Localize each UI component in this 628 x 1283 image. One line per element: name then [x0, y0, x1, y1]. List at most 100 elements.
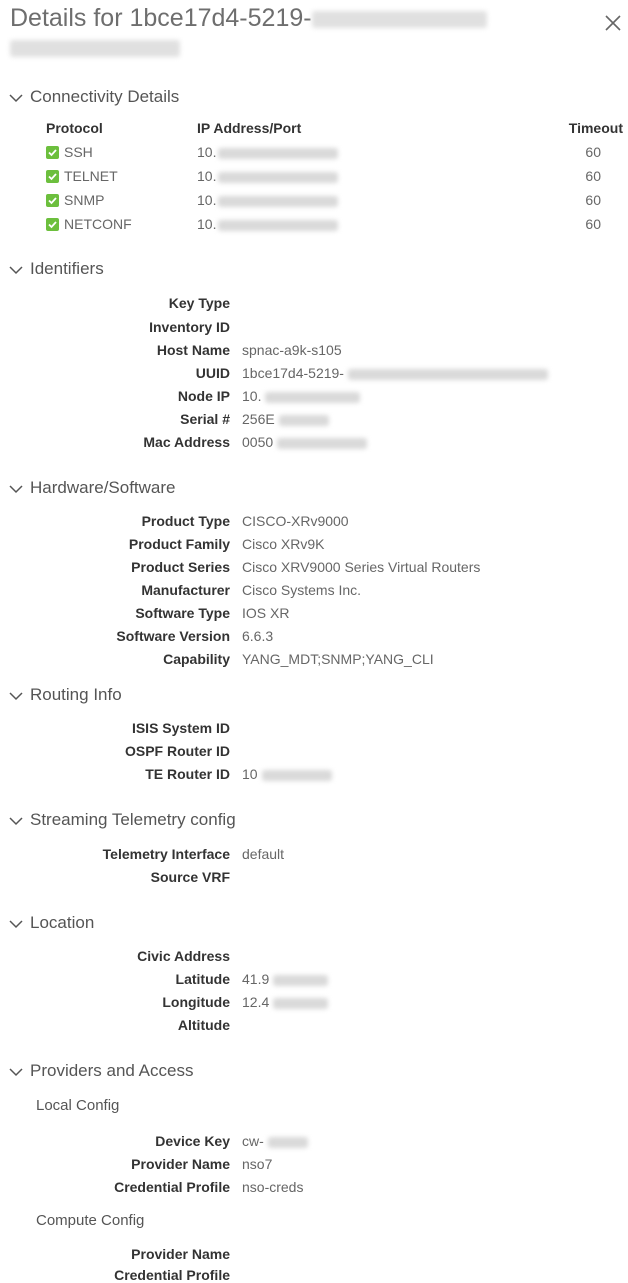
protocol-name: NETCONF [64, 216, 132, 232]
field-label: Product Series [131, 559, 230, 575]
chevron-down-icon [9, 919, 23, 928]
field-value: nso-creds [242, 1179, 304, 1195]
chevron-down-icon [9, 265, 23, 274]
chevron-down-icon [9, 1067, 23, 1076]
field-label: Product Family [128, 536, 230, 552]
field-value: 0050 [242, 434, 368, 450]
column-header-timeout: Timeout [568, 120, 623, 136]
field-value: 256E [242, 411, 329, 427]
timeout-value: 60 [585, 192, 601, 208]
column-header-protocol: Protocol [46, 120, 103, 136]
protocol-name: SNMP [64, 192, 105, 208]
section-title: Providers and Access [30, 1061, 194, 1080]
field-label: Telemetry Interface [102, 846, 230, 862]
redacted-text [273, 997, 329, 1009]
field-value: 1bce17d4-5219- [242, 365, 548, 381]
field-value: spnac-a9k-s105 [242, 342, 342, 358]
field-label: Civic Address [137, 948, 230, 964]
field-value: Cisco XRV9000 Series Virtual Routers [242, 559, 481, 575]
field-label: Mac Address [143, 434, 230, 450]
column-header-ip: IP Address/Port [197, 120, 302, 136]
section-providers-toggle[interactable]: Providers and Access [8, 1061, 193, 1081]
redacted-text [311, 10, 487, 28]
ip-address: 10. [197, 168, 339, 184]
field-label: Credential Profile [114, 1179, 230, 1195]
chevron-down-icon [9, 93, 23, 102]
field-label: Source VRF [150, 869, 230, 885]
field-label: Software Type [135, 605, 230, 621]
close-icon[interactable] [602, 12, 624, 34]
section-identifiers-toggle[interactable]: Identifiers [8, 259, 104, 279]
protocol-name: TELNET [64, 168, 118, 184]
checkbox-checked-icon[interactable] [46, 146, 59, 159]
field-value: 6.6.3 [242, 628, 274, 644]
field-label: Software Version [116, 628, 230, 644]
protocol-name: SSH [64, 144, 93, 160]
field-label: UUID [195, 365, 230, 381]
redacted-text [218, 171, 339, 183]
field-value: nso7 [242, 1156, 273, 1172]
field-value: IOS XR [242, 605, 290, 621]
section-title: Identifiers [30, 259, 104, 278]
subsection-local-config: Local Config [36, 1097, 120, 1114]
title-text: Details for 1bce17d4-5219- [10, 4, 312, 32]
chevron-down-icon [9, 484, 23, 493]
field-label: Inventory ID [149, 319, 230, 335]
checkbox-checked-icon[interactable] [46, 194, 59, 207]
field-label: Longitude [162, 994, 230, 1010]
redacted-text [218, 147, 339, 159]
section-title: Connectivity Details [30, 87, 180, 106]
section-location-toggle[interactable]: Location [8, 913, 94, 933]
field-value: cw- [242, 1133, 308, 1149]
ip-address: 10. [197, 192, 339, 208]
redacted-text [267, 1136, 308, 1148]
section-title: Routing Info [30, 685, 122, 704]
redacted-text [273, 974, 329, 986]
subsection-compute-config: Compute Config [36, 1212, 145, 1229]
redacted-text [218, 195, 339, 207]
redacted-text [278, 414, 329, 426]
field-label: Provider Name [131, 1156, 230, 1172]
field-value: 41.9 [242, 971, 329, 987]
section-routing-toggle[interactable]: Routing Info [8, 685, 122, 705]
field-label: ISIS System ID [131, 720, 230, 736]
field-label: Host Name [156, 342, 230, 358]
field-value: default [242, 846, 285, 862]
redacted-text [277, 437, 368, 449]
field-value: 12.4 [242, 994, 329, 1010]
field-value: Cisco XRv9K [242, 536, 325, 552]
redacted-text [265, 391, 361, 403]
field-label: Credential Profile [114, 1267, 230, 1283]
field-label: TE Router ID [145, 766, 230, 782]
timeout-value: 60 [585, 216, 601, 232]
section-hardware-toggle[interactable]: Hardware/Software [8, 478, 176, 498]
field-value: 10 [242, 766, 332, 782]
field-label: Device Key [155, 1133, 230, 1149]
redacted-text [10, 39, 180, 57]
field-label: Key Type [168, 295, 230, 311]
chevron-down-icon [9, 691, 23, 700]
field-label: Provider Name [131, 1246, 230, 1262]
redacted-text [347, 368, 548, 380]
field-value: 10. [242, 388, 361, 404]
field-label: Manufacturer [141, 582, 230, 598]
field-label: Node IP [177, 388, 230, 404]
section-title: Streaming Telemetry config [30, 810, 236, 829]
redacted-text [218, 219, 339, 231]
field-label: Serial # [180, 411, 230, 427]
field-label: Altitude [177, 1017, 230, 1033]
section-telemetry-toggle[interactable]: Streaming Telemetry config [8, 810, 236, 830]
field-label: OSPF Router ID [124, 743, 230, 759]
checkbox-checked-icon[interactable] [46, 170, 59, 183]
timeout-value: 60 [585, 144, 601, 160]
field-value: CISCO-XRv9000 [242, 513, 349, 529]
field-label: Latitude [175, 971, 230, 987]
checkbox-checked-icon[interactable] [46, 218, 59, 231]
section-connectivity-toggle[interactable]: Connectivity Details [8, 87, 179, 107]
timeout-value: 60 [585, 168, 601, 184]
section-title: Location [30, 913, 95, 932]
chevron-down-icon [9, 816, 23, 825]
ip-address: 10. [197, 216, 339, 232]
field-value: YANG_MDT;SNMP;YANG_CLI [242, 651, 434, 667]
field-value: Cisco Systems Inc. [242, 582, 362, 598]
